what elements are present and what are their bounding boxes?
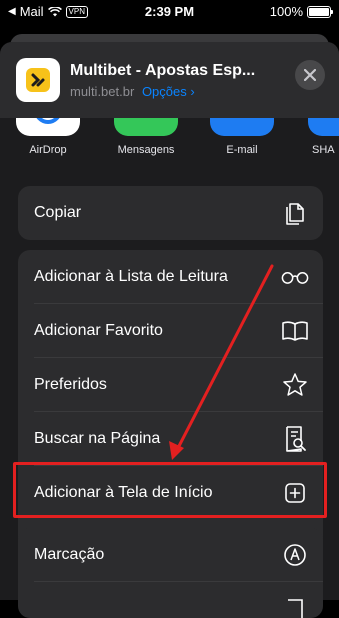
markup-group: Marcação: [18, 528, 323, 618]
close-icon: [304, 69, 316, 81]
mail-icon: [210, 118, 274, 136]
battery-fill: [309, 7, 329, 16]
markup-icon: [281, 541, 309, 569]
options-label: Opções: [141, 84, 187, 99]
share-label-messages: Mensagens: [117, 144, 175, 156]
find-icon: [281, 425, 309, 453]
glasses-icon: [281, 263, 309, 291]
battery-icon: [307, 5, 333, 18]
add-favorite-action[interactable]: Adicionar Favorito: [18, 304, 323, 358]
share-header: Multibet - Apostas Esp... multi.bet.br O…: [0, 42, 339, 118]
share-label-mail: E-mail: [226, 144, 258, 156]
close-button[interactable]: [295, 60, 325, 90]
status-bar: ◀ Mail VPN 2:39 PM 100%: [0, 0, 339, 24]
copy-icon: [281, 199, 309, 227]
chevron-right-icon: ›: [190, 84, 195, 99]
status-right: 100%: [269, 4, 333, 19]
multibet-logo: [16, 58, 60, 102]
multibet-logo-mark: [26, 68, 50, 92]
star-icon: [281, 371, 309, 399]
copy-label: Copiar: [34, 204, 82, 221]
reading-list-label: Adicionar à Lista de Leitura: [34, 268, 228, 285]
url-text: multi.bet.br: [70, 84, 135, 99]
share-icon: [308, 118, 339, 136]
options-link[interactable]: Opções ›: [142, 84, 195, 99]
next-action-partial[interactable]: [18, 582, 323, 618]
find-on-page-action[interactable]: Buscar na Página: [18, 412, 323, 466]
page-title: Multibet - Apostas Esp...: [70, 62, 256, 79]
markup-action[interactable]: Marcação: [18, 528, 323, 582]
book-icon: [281, 317, 309, 345]
airdrop-icon: [16, 118, 80, 136]
share-label-airdrop: AirDrop: [29, 144, 67, 156]
favorites-label: Preferidos: [34, 376, 107, 393]
find-on-page-label: Buscar na Página: [34, 430, 161, 447]
share-label-more: SHA: [312, 144, 335, 156]
add-favorite-label: Adicionar Favorito: [34, 322, 163, 339]
copy-group: Copiar: [18, 186, 323, 240]
markup-label: Marcação: [34, 546, 105, 563]
document-icon: [281, 595, 309, 618]
highlight-box: [13, 462, 327, 518]
reading-list-action[interactable]: Adicionar à Lista de Leitura: [18, 250, 323, 304]
share-app-row: AirDrop Mensagens E-mail SHA: [0, 118, 339, 168]
messages-icon: [114, 118, 178, 136]
favorites-action[interactable]: Preferidos: [18, 358, 323, 412]
battery-percent: 100%: [269, 4, 303, 19]
copy-action[interactable]: Copiar: [18, 186, 323, 240]
page-url: multi.bet.br Opções ›: [70, 84, 195, 99]
